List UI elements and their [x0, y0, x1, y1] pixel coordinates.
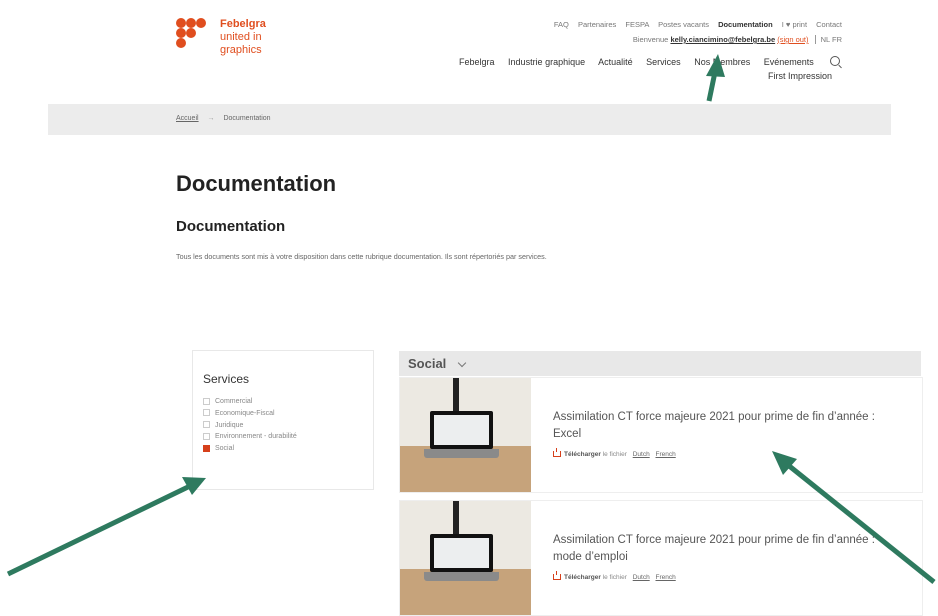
annotation-arrow-social	[6, 477, 206, 577]
annotation-arrows	[6, 54, 936, 584]
annotation-arrow-card	[772, 451, 936, 584]
annotation-arrow-documentation	[706, 54, 725, 102]
